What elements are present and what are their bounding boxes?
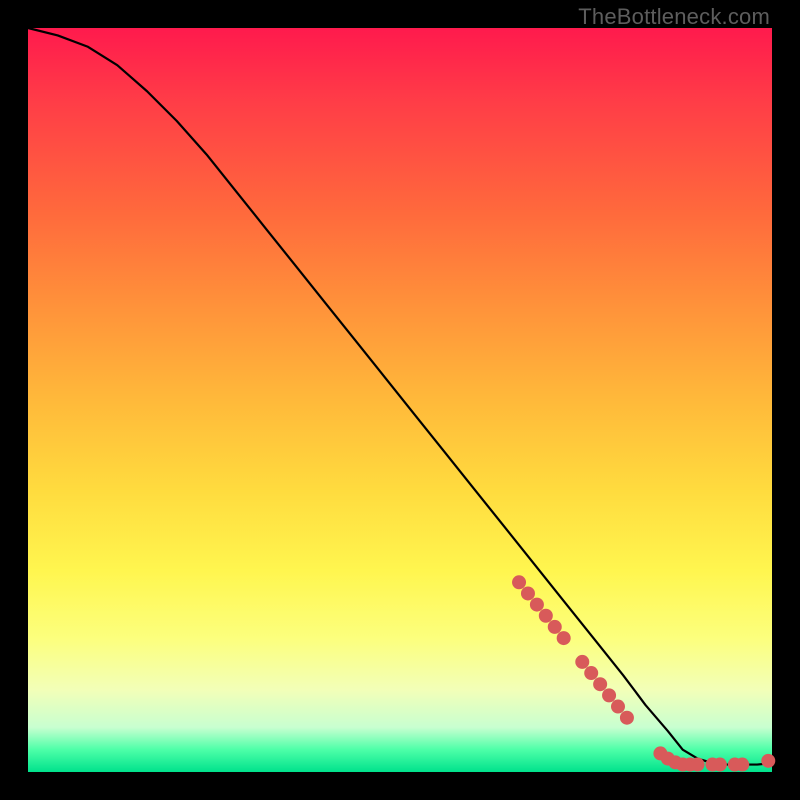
curve-path (28, 28, 772, 765)
data-point (557, 631, 571, 645)
data-point (713, 758, 727, 772)
data-point (761, 754, 775, 768)
curve-layer (28, 28, 772, 765)
data-point (691, 758, 705, 772)
plot-area (28, 28, 772, 772)
data-point (593, 677, 607, 691)
data-point (521, 586, 535, 600)
chart-svg (28, 28, 772, 772)
marker-layer (512, 575, 775, 771)
data-point (620, 711, 634, 725)
data-point (735, 758, 749, 772)
data-point (530, 598, 544, 612)
data-point (602, 688, 616, 702)
data-point (539, 609, 553, 623)
data-point (575, 655, 589, 669)
data-point (611, 700, 625, 714)
data-point (512, 575, 526, 589)
data-point (548, 620, 562, 634)
chart-frame: TheBottleneck.com (0, 0, 800, 800)
watermark-text: TheBottleneck.com (578, 4, 770, 30)
data-point (584, 666, 598, 680)
